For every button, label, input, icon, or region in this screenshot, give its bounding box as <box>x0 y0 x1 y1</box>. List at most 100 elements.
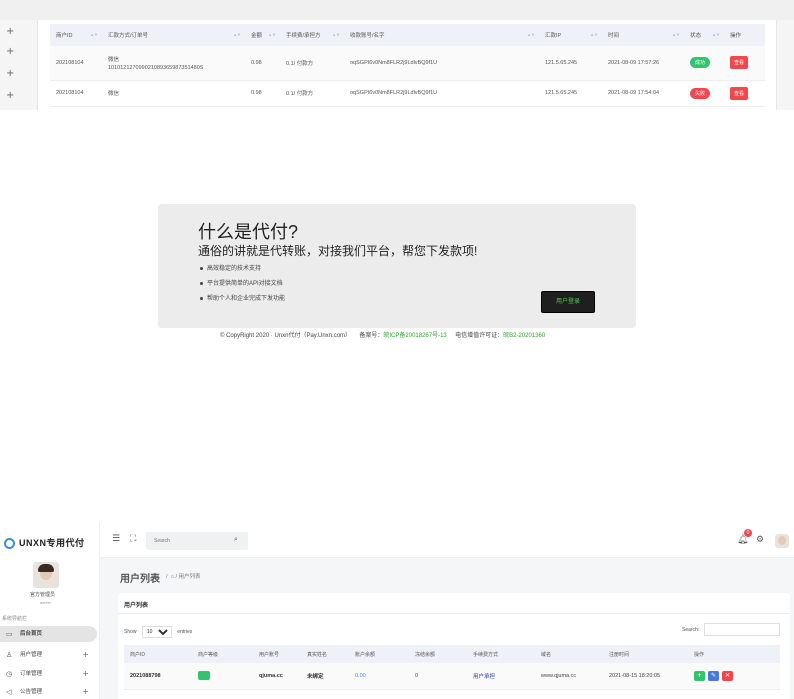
topbar: ☰ ⛶ ⌕ 🔔︎ 0 ⚙ <box>100 522 794 558</box>
gear-icon[interactable]: ⚙ <box>756 535 764 545</box>
col-header[interactable]: 冻结余额 <box>409 645 467 663</box>
copyright-text: © CopyRight 2020 · Unxn代付（Pay.Unxn.com） <box>220 333 352 339</box>
col-header[interactable]: 账户余额 <box>349 645 409 663</box>
list-item: 平台提供简单的API对接文档 <box>200 277 285 292</box>
merchant-id: 2021088798 <box>124 663 192 690</box>
home-icon[interactable]: ⌂ <box>171 574 174 580</box>
avatar[interactable] <box>775 534 789 548</box>
admin-panel: UNXN专用代付 官方管理员 admin 系统导航栏 ▭ 后台首页 ♙ 用户管理 + … <box>0 522 794 699</box>
fee-mode: 用户承担 <box>467 663 535 690</box>
user-role: admin <box>40 600 51 605</box>
merchant-id: 202108104 <box>50 80 102 107</box>
entries-control: Show 10 entries <box>124 626 192 638</box>
view-button[interactable]: 查看 <box>730 56 749 70</box>
col-header[interactable]: 商户ID <box>124 645 192 663</box>
expand-plus-icon[interactable]: + <box>6 26 14 37</box>
bullet-icon <box>200 266 203 270</box>
page-title: 用户列表 <box>120 574 160 585</box>
license-label: 电信增值许可证： <box>455 333 504 339</box>
table-row: 202108104 微信 1010121270990210893659873514… <box>50 46 765 81</box>
time: 2021-08-09 17:54:04 <box>602 80 684 107</box>
ip: 121.5.65.245 <box>539 46 602 81</box>
users-table: 商户ID 商户等级 用户账号 真实姓名 账户余额 冻结余额 手续费方式 域名 注… <box>124 645 780 690</box>
divider <box>118 613 790 614</box>
level-badge <box>198 671 210 681</box>
feature-list: 高效稳定的技术支持 平台提供简单的API对接文档 帮助个人和企业完成下发功能 <box>200 262 285 307</box>
col-header[interactable]: 商户等级 <box>192 645 253 663</box>
search-label: Search: <box>682 627 700 633</box>
beian-label: 备案号： <box>359 333 384 339</box>
fullscreen-icon[interactable]: ⛶ <box>130 534 136 544</box>
expand-plus-icon: + <box>82 669 89 678</box>
col-header[interactable]: 汇款IP ▲▼ <box>539 24 602 46</box>
search-input[interactable] <box>146 532 248 550</box>
user-login-button[interactable]: 用户登录 <box>541 291 595 313</box>
table-search-input[interactable] <box>704 623 780 636</box>
table-row: 2021088798 qjuma.cc 未绑定 0.00 0 用户承担 www.… <box>124 663 780 690</box>
monitor-icon: ▭ <box>6 630 13 638</box>
card-title: 用户列表 <box>124 603 149 609</box>
info-subtitle: 通俗的讲就是代转账，对接我们平台，帮您下发款项! <box>198 244 478 258</box>
merchant-id: 202108104 <box>50 46 102 81</box>
top-strip <box>0 0 794 20</box>
license-link[interactable]: 皖B2-20201360 <box>503 333 545 339</box>
sidebar-item-users[interactable]: ♙ 用户管理 + <box>0 647 97 663</box>
logo-icon <box>4 538 15 550</box>
col-header[interactable]: 时间 ▲▼ <box>602 24 684 46</box>
sidebar-item-orders[interactable]: ◷ 订单管理 + <box>0 666 97 682</box>
main-content: 用户列表 / ⌂ / 用户列表 用户列表 Show 10 entries Sea… <box>100 558 794 699</box>
menu-icon[interactable]: ☰ <box>112 534 120 544</box>
info-title: 什么是代付? <box>198 222 299 242</box>
balance: 0.00 <box>349 663 409 690</box>
user-name: 官方管理员 <box>30 592 56 598</box>
col-header[interactable]: 真实姓名 <box>301 645 349 663</box>
clock-icon: ◷ <box>6 670 13 678</box>
logo[interactable]: UNXN专用代付 <box>4 536 85 550</box>
fee: 0.1/ 付款方 <box>280 80 344 107</box>
top-sidebar: + + + + <box>0 20 22 110</box>
expand-plus-icon: + <box>82 650 89 659</box>
domain: www.qjuma.cc <box>535 663 603 690</box>
sidebar-item-announcements[interactable]: ◁ 公告管理 + <box>0 684 97 699</box>
method-order: 微信 <box>102 80 245 107</box>
footer: © CopyRight 2020 · Unxn代付（Pay.Unxn.com） … <box>220 330 545 339</box>
register-time: 2021-08-15 18:20:05 <box>603 663 688 690</box>
nav-category: 系统导航栏 <box>2 616 28 622</box>
col-header[interactable]: 域名 <box>535 645 603 663</box>
amount: 0.98 <box>245 80 280 107</box>
sidebar-item-home[interactable]: ▭ 后台首页 <box>0 626 97 642</box>
search-icon[interactable]: ⌕ <box>234 535 238 544</box>
expand-plus-icon[interactable]: + <box>6 46 14 57</box>
list-item: 高效稳定的技术支持 <box>200 262 285 277</box>
col-header[interactable]: 汇款方式/订单号 ▲▼ <box>102 24 245 46</box>
col-header[interactable]: 注册时间 <box>603 645 688 663</box>
view-button[interactable]: 查看 <box>730 86 749 100</box>
add-user-button[interactable]: + <box>694 670 705 681</box>
col-header[interactable]: 手续费/承担方 ▲▼ <box>280 24 344 46</box>
users-header-row: 商户ID 商户等级 用户账号 真实姓名 账户余额 冻结余额 手续费方式 域名 注… <box>124 645 780 663</box>
avatar[interactable] <box>33 562 59 588</box>
transactions-header-row: 商户ID ▲▼ 汇款方式/订单号 ▲▼ 金额 ▲▼ 手续费/承担方 ▲▼ 收款账号/名字… <box>50 24 765 46</box>
delete-user-button[interactable]: ✕ <box>722 670 733 681</box>
entries-select[interactable]: 10 <box>141 626 172 638</box>
edit-button[interactable]: ✎ <box>708 670 719 681</box>
col-header[interactable]: 手续费方式 <box>467 645 535 663</box>
sidebar: UNXN专用代付 官方管理员 admin 系统导航栏 ▭ 后台首页 ♙ 用户管理 + … <box>0 522 100 699</box>
beian-link[interactable]: 皖ICP备20018267号-13 <box>383 333 446 339</box>
account: oqSGPI6v0Nm8FLR2j9LdlvBQ9f1U <box>344 46 539 81</box>
account: oqSGPI6v0Nm8FLR2j9LdlvBQ9f1U <box>344 80 539 107</box>
bullet-icon <box>200 296 203 300</box>
table-row: 202108104 微信 0.98 0.1/ 付款方 oqSGPI6v0Nm8F… <box>50 80 765 107</box>
expand-plus-icon[interactable]: + <box>6 90 14 101</box>
col-header[interactable]: 收款账号/名字 ▲▼ <box>344 24 539 46</box>
col-header[interactable]: 商户ID ▲▼ <box>50 24 102 46</box>
col-header[interactable]: 用户账号 <box>253 645 301 663</box>
fee: 0.1/ 付款方 <box>280 46 344 81</box>
method-order: 微信 101012127099021089365987351480S <box>102 46 245 81</box>
megaphone-icon: ◁ <box>6 688 12 696</box>
breadcrumb: / ⌂ / 用户列表 <box>166 574 201 580</box>
status-badge: 失败 <box>690 87 711 99</box>
col-header[interactable]: 金额 ▲▼ <box>245 24 280 46</box>
col-header[interactable]: 状态 ▲▼ <box>684 24 724 46</box>
expand-plus-icon[interactable]: + <box>6 68 14 79</box>
